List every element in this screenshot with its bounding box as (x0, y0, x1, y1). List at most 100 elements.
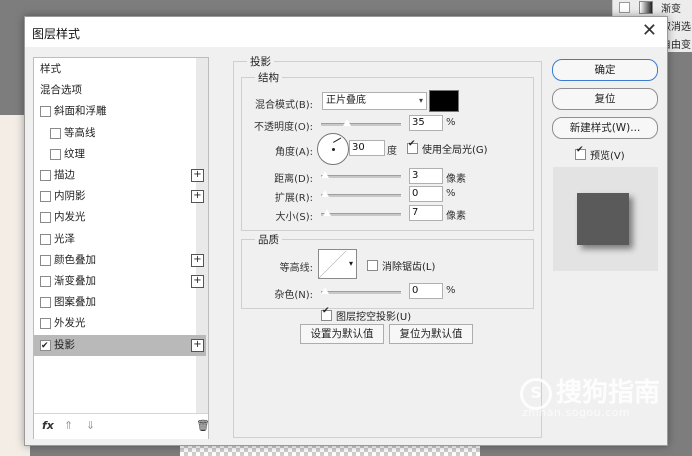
styles-list: 样式 混合选项 斜面和浮雕 等高线 纹理 描边 + 内阴影 + 内发光光泽颜色叠加 + 渐变叠加 + 图案… (33, 57, 210, 439)
antialias-label: 消除锯齿(L) (382, 262, 436, 273)
style-list-item[interactable]: 投影 + (34, 334, 206, 357)
size-input[interactable]: 7 (409, 205, 443, 221)
style-list-item[interactable]: 描边 + (34, 165, 204, 186)
style-list-checkbox[interactable] (50, 148, 61, 160)
preview-checkbox[interactable]: 预览(V) (575, 145, 625, 162)
noise-unit: % (446, 285, 456, 296)
watermark-url: zhinan.sogou.com (522, 406, 631, 419)
bg-panel-item: 渐变 (661, 4, 681, 15)
angle-dial-center (332, 148, 335, 151)
style-list-checkbox[interactable] (40, 254, 51, 266)
style-list-item[interactable]: 颜色叠加 + (34, 250, 204, 271)
knockout-label: 图层挖空投影(U) (336, 312, 412, 323)
opacity-input[interactable]: 35 (409, 115, 443, 131)
add-effect-icon[interactable]: + (191, 338, 204, 352)
distance-slider-thumb[interactable] (320, 170, 330, 179)
distance-input[interactable]: 3 (409, 168, 443, 184)
add-effect-icon[interactable]: + (191, 190, 204, 204)
style-list-checkbox[interactable] (50, 127, 61, 139)
reset-default-button[interactable]: 复位为默认值 (389, 324, 473, 344)
angle-dial[interactable] (317, 133, 349, 165)
style-list-label: 渐变叠加 (54, 275, 96, 287)
knockout-checkbox-box[interactable] (321, 306, 332, 321)
style-list-item[interactable]: 混合选项 (34, 80, 194, 101)
global-light-checkbox[interactable]: 使用全局光(G) (407, 139, 488, 156)
opacity-slider-thumb[interactable] (342, 118, 352, 127)
style-list-item[interactable]: 等高线 (34, 123, 194, 144)
opacity-unit: % (446, 117, 456, 128)
contour-picker[interactable] (318, 249, 348, 279)
add-effect-icon[interactable]: + (191, 275, 204, 288)
reset-button[interactable]: 复位 (552, 88, 658, 110)
spread-label: 扩展(R): (274, 193, 313, 204)
antialias-checkbox[interactable]: 消除锯齿(L) (367, 258, 435, 273)
move-down-icon[interactable]: ⇓ (86, 419, 95, 432)
style-list-item[interactable]: 图案叠加 (34, 292, 194, 313)
new-style-button[interactable]: 新建样式(W)... (552, 117, 658, 139)
opacity-slider[interactable] (321, 118, 401, 127)
move-up-icon[interactable]: ⇑ (64, 419, 73, 432)
distance-slider[interactable] (320, 170, 401, 179)
contour-label: 等高线: (279, 263, 313, 274)
style-list-checkbox[interactable] (40, 106, 51, 118)
knockout-checkbox[interactable]: 图层挖空投影(U) (321, 306, 412, 323)
ok-button[interactable]: 确定 (552, 59, 658, 81)
style-list-checkbox[interactable] (40, 212, 51, 224)
style-list-item[interactable]: 光泽 (34, 229, 194, 250)
chevron-down-icon: ▾ (348, 259, 353, 268)
style-list-item[interactable]: 内发光 (34, 207, 194, 228)
preview-checkbox-box[interactable] (575, 145, 586, 160)
style-list-checkbox[interactable] (40, 276, 51, 287)
style-list-label: 内阴影 (54, 190, 86, 203)
antialias-checkbox-box[interactable] (367, 260, 378, 271)
styles-list-footer: fx ⇑ ⇓ 🗑 (34, 413, 210, 439)
global-light-checkbox-box[interactable] (407, 139, 418, 154)
style-list-item[interactable]: 外发光 (34, 313, 194, 334)
style-list-label: 颜色叠加 (54, 253, 96, 266)
shadow-color-swatch[interactable] (429, 90, 459, 112)
style-list-checkbox[interactable] (40, 297, 51, 309)
style-list-checkbox[interactable] (40, 170, 51, 181)
size-slider-thumb[interactable] (322, 208, 332, 217)
structure-title: 结构 (255, 70, 282, 85)
style-list-label: 光泽 (54, 232, 75, 245)
drop-shadow-title: 投影 (247, 54, 274, 69)
noise-slider-thumb[interactable] (320, 286, 330, 295)
blend-mode-label: 混合模式(B): (254, 100, 313, 111)
add-effect-icon[interactable]: + (191, 169, 204, 182)
blend-mode-value: 正片叠底 (326, 95, 366, 106)
fx-icon[interactable]: fx (42, 419, 54, 432)
noise-input[interactable]: 0 (409, 283, 443, 299)
bg-panel-checkbox (619, 2, 630, 13)
style-list-label: 内发光 (54, 211, 86, 224)
size-slider[interactable] (321, 208, 401, 217)
style-list-item[interactable]: 纹理 (34, 144, 194, 165)
size-unit: 像素 (446, 211, 466, 222)
style-list-item[interactable]: 样式 (34, 59, 194, 80)
style-list-item[interactable]: 渐变叠加 + (34, 271, 204, 292)
close-icon[interactable]: ✕ (642, 21, 657, 41)
style-list-item[interactable]: 斜面和浮雕 (34, 101, 194, 122)
make-default-button[interactable]: 设置为默认值 (300, 324, 384, 344)
style-list-checkbox[interactable] (40, 318, 51, 330)
dialog-titlebar: 图层样式 ✕ (25, 17, 667, 47)
trash-icon[interactable]: 🗑 (196, 419, 210, 432)
spread-input[interactable]: 0 (409, 186, 443, 202)
style-preview (553, 167, 658, 271)
spread-slider-thumb[interactable] (320, 189, 330, 198)
spread-slider[interactable] (320, 189, 401, 198)
noise-slider[interactable] (320, 286, 401, 295)
style-list-checkbox[interactable] (40, 233, 51, 245)
angle-input[interactable]: 30 (349, 140, 385, 156)
styles-list-scrollbar[interactable] (196, 58, 208, 413)
style-list-checkbox[interactable] (40, 191, 51, 203)
chevron-down-icon: ▾ (418, 96, 423, 105)
style-list-item[interactable]: 内阴影 + (34, 186, 204, 207)
sogou-logo-icon: S (520, 377, 552, 410)
blend-mode-select[interactable]: 正片叠底 ▾ (322, 92, 427, 110)
add-effect-icon[interactable]: + (191, 253, 204, 267)
distance-unit: 像素 (446, 174, 466, 185)
size-label: 大小(S): (275, 212, 313, 223)
contour-dropdown[interactable]: ▾ (346, 249, 357, 279)
style-list-checkbox[interactable] (40, 336, 51, 357)
